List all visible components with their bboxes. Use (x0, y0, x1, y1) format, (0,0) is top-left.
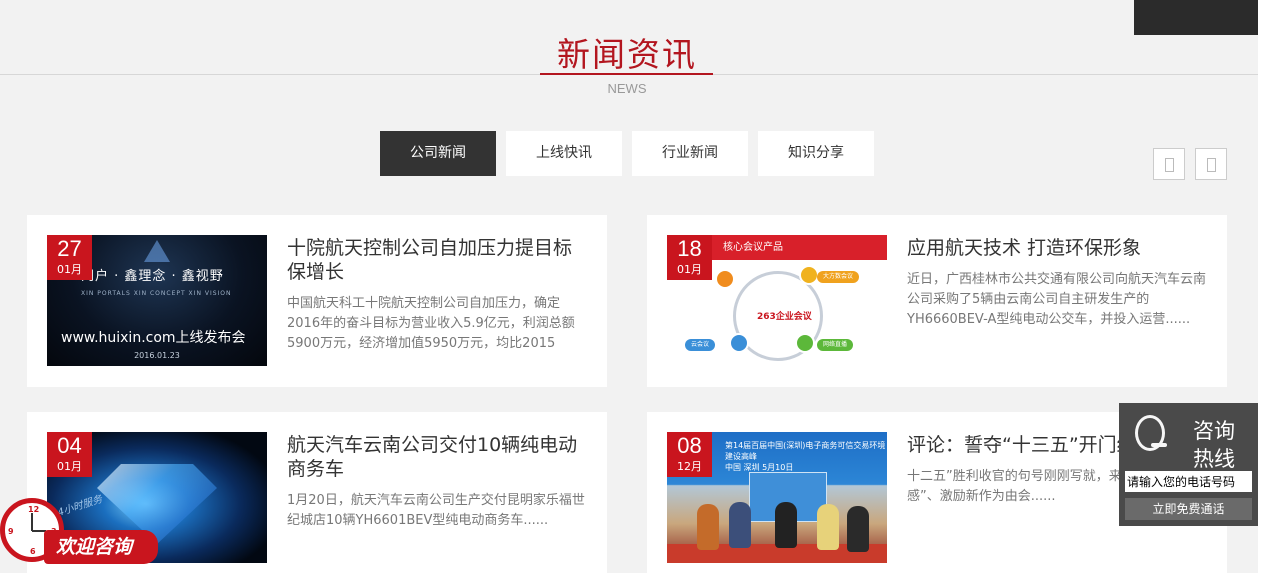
thumb-text: 2016.01.23 (134, 351, 180, 360)
tab-company-news[interactable]: 公司新闻 (380, 131, 496, 176)
date-badge: 27 01月 (47, 235, 92, 280)
date-day: 27 (57, 236, 82, 261)
person-figure (697, 504, 719, 550)
news-tabs: 公司新闻 上线快讯 行业新闻 知识分享 (380, 131, 874, 176)
date-badge: 18 01月 (667, 235, 712, 280)
date-day: 08 (677, 433, 702, 458)
news-summary: 近日，广西桂林市公共交通有限公司向航天汽车云南公司采购了5辆由云南公司自主研发生… (907, 272, 1207, 327)
pill-label: 网络直播 (817, 339, 854, 351)
person-figure (729, 502, 751, 548)
date-badge: 08 12月 (667, 432, 712, 477)
phone-input[interactable] (1125, 471, 1252, 492)
thumb-logo: 263企业会议 (757, 312, 812, 322)
green-dot-icon (795, 333, 815, 353)
section-header: 新闻资讯 NEWS (0, 0, 1258, 110)
news-card[interactable]: 核心会议产品 263企业会议 大方数会议 网络直播 云会议 18 01月 应用航… (647, 215, 1227, 387)
person-figure (775, 502, 797, 548)
section-title: 新闻资讯 (557, 35, 697, 74)
prev-arrow-button[interactable] (1153, 148, 1185, 180)
date-month: 12月 (677, 460, 702, 473)
thumb-text: www.huixin.com上线发布会 (61, 330, 246, 346)
next-arrow-button[interactable] (1195, 148, 1227, 180)
date-day: 18 (677, 236, 702, 261)
float-consult-widget[interactable]: 24小时服务 12 3 6 9 欢迎咨询 (0, 488, 158, 573)
date-month: 01月 (57, 263, 82, 276)
yellow-dot-icon (799, 265, 819, 285)
date-badge: 04 01月 (47, 432, 92, 477)
news-title[interactable]: 应用航天技术 打造环保形象 (907, 236, 1207, 260)
blue-dot-icon (729, 333, 749, 353)
news-summary: 1月20日，航天汽车云南公司生产交付昆明家乐福世纪城店10辆YH6601BEV型… (287, 493, 585, 528)
consult-label[interactable]: 欢迎咨询 (44, 530, 158, 564)
hotline-title: 热线 (1193, 447, 1235, 471)
orange-dot-icon (715, 269, 735, 289)
logo-triangle-icon (144, 240, 170, 262)
news-title[interactable]: 十院航天控制公司自加压力提目标保增长 (287, 236, 587, 284)
hotline-widget: 咨询 热线 立即免费通话 (1119, 403, 1258, 526)
date-month: 01月 (677, 263, 702, 276)
thumb-banner-title: 第14届百届中国(深圳)电子商务可信交易环境建设高峰 (725, 441, 886, 461)
person-figure (817, 504, 839, 550)
date-day: 04 (57, 433, 82, 458)
free-call-button[interactable]: 立即免费通话 (1125, 498, 1252, 520)
thumb-text: XIN PORTALS XIN CONCEPT XIN VISION (81, 290, 232, 297)
prev-icon (1165, 158, 1174, 172)
title-underline (540, 73, 713, 75)
tab-launch-news[interactable]: 上线快讯 (506, 131, 622, 176)
tab-industry-news[interactable]: 行业新闻 (632, 131, 748, 176)
pill-label: 云会议 (685, 339, 716, 351)
person-figure (847, 506, 869, 552)
pill-label: 大方数会议 (817, 271, 860, 283)
section-subtitle: NEWS (607, 81, 647, 96)
news-card[interactable]: 门户 · 鑫理念 · 鑫视野 XIN PORTALS XIN CONCEPT X… (27, 215, 607, 387)
next-icon (1207, 158, 1216, 172)
thumb-text: 门户 · 鑫理念 · 鑫视野 (81, 269, 224, 284)
date-month: 01月 (57, 460, 82, 473)
hotline-title: 咨询 (1193, 419, 1235, 443)
news-title[interactable]: 航天汽车云南公司交付10辆纯电动商务车 (287, 433, 587, 481)
tab-knowledge[interactable]: 知识分享 (758, 131, 874, 176)
headset-icon (1129, 411, 1173, 463)
news-summary: 中国航天科工十院航天控制公司自加压力，确定2016年的奋斗目标为营业收入5.9亿… (287, 296, 575, 351)
